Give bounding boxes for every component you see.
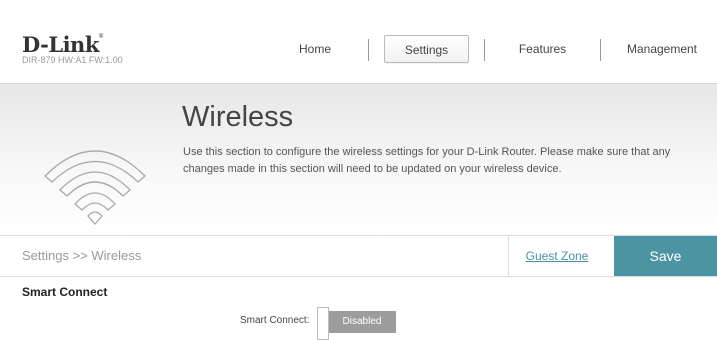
trademark-symbol: ®	[98, 34, 103, 40]
nav-divider	[368, 39, 369, 61]
breadcrumb: Settings >> Wireless	[22, 248, 142, 263]
header: D-Link® DIR-879 HW:A1 FW:1.00 Home Setti…	[0, 0, 717, 80]
nav-features[interactable]: Features	[495, 35, 590, 63]
nav-settings[interactable]: Settings	[384, 35, 469, 63]
toggle-state: Disabled	[328, 311, 396, 333]
section-title-smart-connect: Smart Connect	[22, 285, 108, 299]
toggle-knob[interactable]	[317, 307, 329, 340]
dlink-logo[interactable]: D-Link®	[22, 32, 103, 57]
nav-management[interactable]: Management	[612, 35, 712, 63]
page-banner: Wireless Use this section to configure t…	[0, 83, 717, 236]
router-settings-page: D-Link® DIR-879 HW:A1 FW:1.00 Home Setti…	[0, 0, 717, 340]
guest-zone-link[interactable]: Guest Zone	[508, 236, 605, 276]
smart-connect-label: Smart Connect:	[240, 315, 310, 326]
nav-divider	[600, 39, 601, 61]
page-title: Wireless	[182, 101, 294, 133]
save-button[interactable]: Save	[614, 236, 717, 276]
nav-home[interactable]: Home	[270, 35, 360, 63]
wifi-icon	[44, 150, 146, 225]
model-info: DIR-879 HW:A1 FW:1.00	[22, 55, 123, 65]
page-description: Use this section to configure the wirele…	[183, 146, 671, 175]
nav-divider	[484, 39, 485, 61]
breadcrumb-bar: Settings >> Wireless Guest Zone Save	[0, 235, 717, 277]
